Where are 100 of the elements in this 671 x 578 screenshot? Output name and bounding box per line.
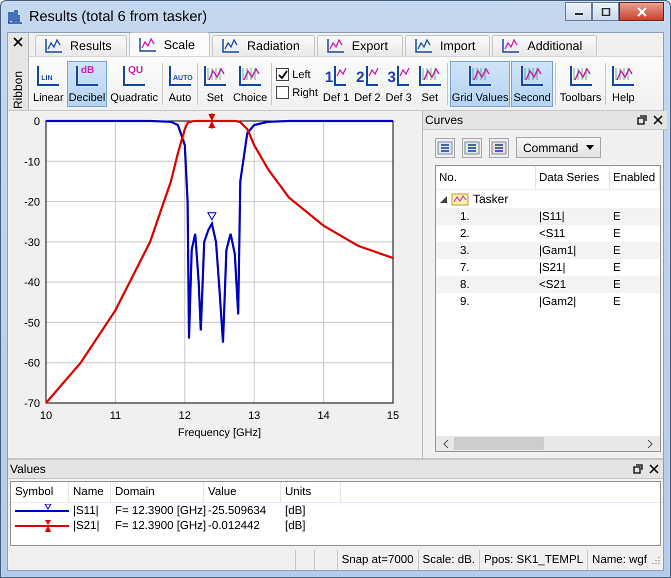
table-row[interactable]: 2. <S11 E: [436, 225, 660, 242]
expanded-triangle-icon[interactable]: [440, 196, 447, 202]
panel-title: Values: [10, 462, 46, 476]
table-cell-text: F= 12.3900 [GHz]: [114, 504, 204, 516]
table-row[interactable]: 3. |Gam1| E: [436, 242, 660, 259]
table-cell-text: E: [612, 262, 622, 274]
column-header[interactable]: Value: [204, 482, 281, 502]
ribbon-tab[interactable]: Radiation: [212, 35, 315, 56]
axis-icon: [364, 64, 379, 88]
column-header[interactable]: Symbol: [11, 482, 69, 502]
ribbon-button[interactable]: Grid Values: [450, 60, 510, 106]
axis-icon: [333, 64, 348, 88]
ribbon-button[interactable]: Set: [414, 60, 445, 106]
x-tick-label: 14: [317, 410, 330, 422]
table-cell-text: <S21: [538, 278, 568, 290]
status-field: Scale: dB.: [418, 550, 479, 570]
column-header[interactable]: Name: [69, 482, 111, 502]
ribbon-button[interactable]: Set: [200, 60, 230, 106]
status-field: Name: wgf: [587, 550, 651, 570]
ribbon-button[interactable]: dB Decibel: [66, 60, 108, 106]
ribbon-button[interactable]: 1 Def 1: [320, 60, 352, 106]
ribbon-tab[interactable]: Export: [316, 35, 403, 56]
column-header[interactable]: Domain: [111, 482, 204, 502]
chart-icon: [501, 38, 522, 54]
close-icon[interactable]: [653, 115, 663, 125]
maximize-button[interactable]: [592, 2, 619, 21]
list-icon: [437, 140, 453, 154]
table-row[interactable]: 9. |Gam2| E: [436, 293, 660, 310]
x-tick-label: 10: [40, 410, 52, 422]
ribbon-button[interactable]: Second: [511, 60, 553, 106]
toolbar-button[interactable]: [435, 138, 455, 158]
chart-icon: [519, 64, 546, 88]
ribbon-button[interactable]: QU Quadratic: [108, 60, 160, 106]
checkbox[interactable]: Left: [276, 68, 318, 81]
y-tick-label: -50: [24, 317, 40, 330]
chart-icon: [414, 38, 434, 54]
window-title: Results (total 6 from tasker): [29, 8, 208, 24]
y-tick-label: -60: [24, 358, 40, 370]
command-dropdown[interactable]: Command: [516, 137, 602, 158]
tree-item[interactable]: Tasker: [473, 192, 508, 206]
axis-icon: [166, 64, 193, 88]
list-icon: [464, 140, 480, 154]
chart-icon: [138, 36, 158, 52]
icon-label: dB: [80, 66, 94, 76]
restore-icon[interactable]: [637, 115, 647, 125]
chart-icon: [237, 64, 264, 88]
column-header[interactable]: No.: [436, 166, 536, 189]
close-icon[interactable]: [13, 37, 23, 47]
chart-folder-icon: [451, 192, 469, 206]
checkbox[interactable]: Right: [276, 86, 318, 99]
horizontal-scrollbar[interactable]: [436, 436, 660, 451]
ribbon-button[interactable]: Toolbars: [558, 60, 604, 106]
ribbon-tab[interactable]: Scale: [128, 32, 210, 56]
table-cell-text: 8.: [459, 278, 471, 290]
y-tick-label: -10: [24, 156, 40, 168]
axis-icon: [74, 64, 100, 88]
ribbon-button[interactable]: 3 Def 3: [384, 60, 414, 106]
table-cell-text: E: [612, 278, 622, 290]
toolbar-button[interactable]: [462, 138, 482, 158]
ribbon-label: Ribbon: [11, 71, 25, 110]
table-cell-text: 2.: [459, 228, 471, 240]
ribbon-button[interactable]: 2 Def 2: [352, 60, 382, 106]
restore-icon[interactable]: [633, 464, 643, 474]
list-icon: [491, 140, 507, 154]
status-field: Ppos: SK1_TEMPL: [478, 550, 588, 570]
table-cell-text: 3.: [459, 244, 471, 256]
ribbon-tab[interactable]: Import: [404, 35, 490, 56]
checkmark-icon: [278, 70, 288, 80]
axis-icon: [35, 64, 62, 88]
table-cell-text: E: [612, 210, 622, 222]
close-icon: [636, 6, 648, 16]
table-cell-text: F= 12.3900 [GHz]: [114, 520, 204, 532]
bowtie-marker-icon: [208, 112, 216, 130]
ribbon-tab[interactable]: Additional: [492, 35, 598, 56]
toolbar-button[interactable]: [489, 138, 509, 158]
table-cell-text: <S11: [538, 228, 566, 240]
column-header[interactable]: Data Series: [536, 166, 610, 189]
close-icon[interactable]: [649, 464, 659, 474]
minimize-button[interactable]: [565, 2, 592, 21]
chart-icon: [416, 64, 443, 88]
table-cell-text: [dB]: [284, 520, 306, 532]
ribbon-button[interactable]: Help: [608, 60, 638, 106]
y-tick-label: -30: [24, 236, 40, 249]
table-row[interactable]: 1. |S11| E: [436, 208, 660, 225]
table-row[interactable]: 7. |S21| E: [436, 259, 660, 276]
axis-icon: [396, 64, 410, 88]
table-cell-text: 9.: [459, 296, 471, 308]
y-tick-label: -20: [24, 196, 40, 209]
table-cell-text: -0.012442: [207, 520, 261, 532]
chart-icon: [202, 64, 228, 88]
table-row[interactable]: 8. <S21 E: [436, 276, 660, 293]
chart-icon: [326, 38, 346, 54]
close-button[interactable]: [619, 2, 664, 21]
ribbon-tab[interactable]: Results: [35, 35, 127, 56]
column-header[interactable]: Enabled: [610, 166, 660, 189]
caret-icon: [586, 145, 594, 150]
column-header[interactable]: Units: [281, 482, 341, 502]
dotted-grip-icon[interactable]: [651, 555, 661, 565]
y-tick-label: -40: [24, 277, 40, 290]
ribbon-button[interactable]: Choice: [230, 60, 270, 106]
